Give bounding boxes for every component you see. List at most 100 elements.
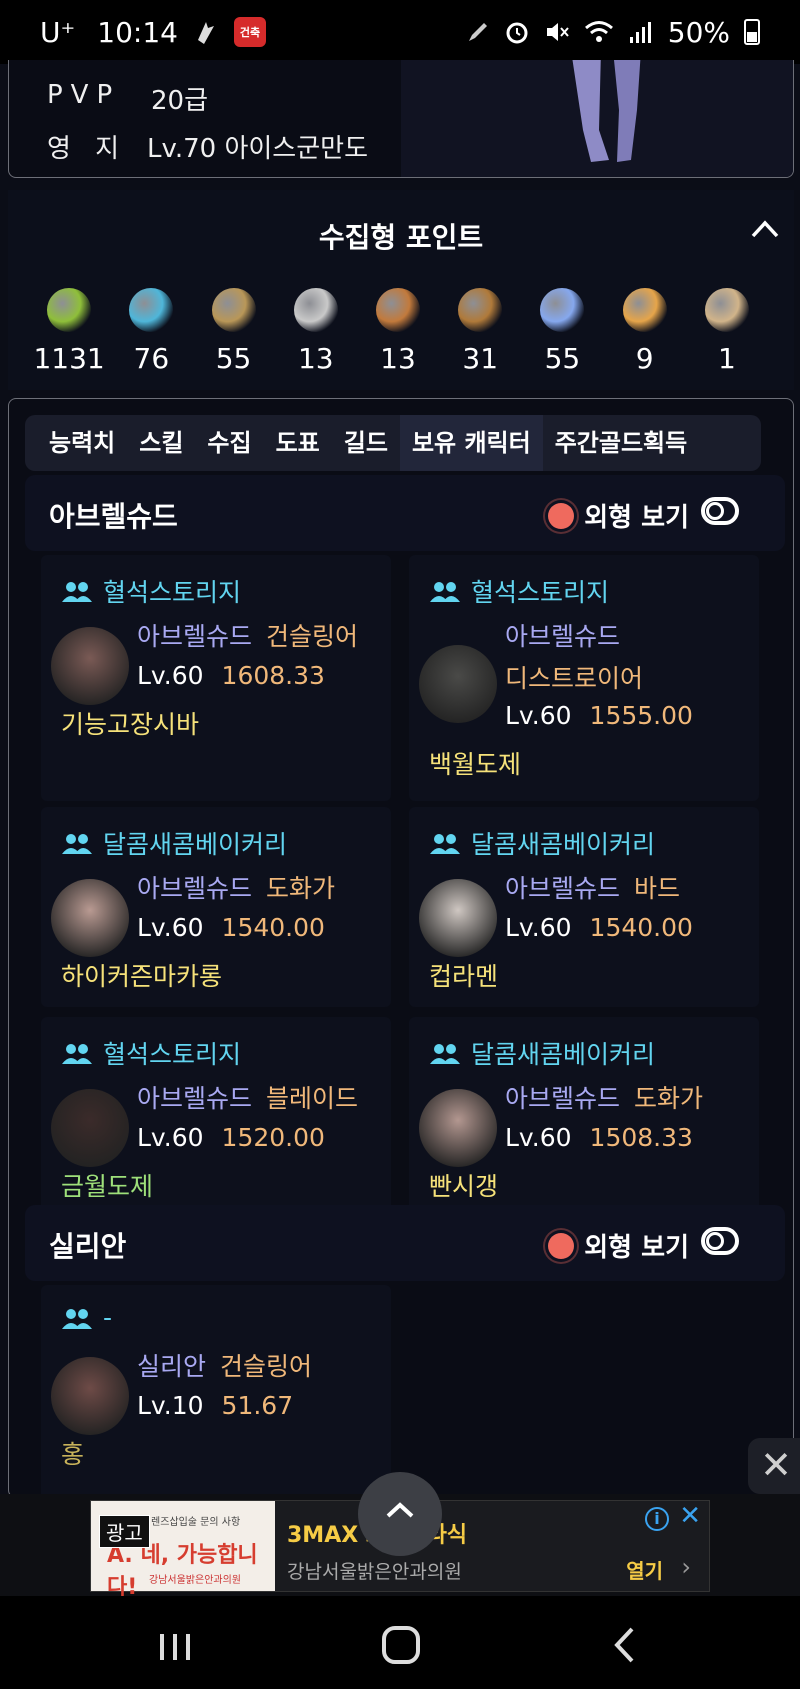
character-avatar	[419, 645, 497, 723]
guild-label: 혈석스토리지	[429, 573, 609, 609]
info-icon[interactable]: i	[645, 1507, 669, 1531]
guild-label: 달콤새콤베이커리	[429, 1035, 655, 1071]
guild-name: 혈석스토리지	[103, 578, 242, 607]
sun-icon	[548, 1232, 575, 1259]
character-avatar	[51, 879, 129, 957]
character-avatar	[419, 1089, 497, 1167]
sun-icon	[548, 502, 575, 529]
tab-bar: 능력치 스킬 수집 도표 길드 보유 캐릭터 주간골드획득	[25, 415, 761, 471]
server-header: 아브렐슈드 외형 보기	[25, 475, 785, 551]
server-label: 실리안	[137, 1352, 207, 1381]
chevron-right-icon[interactable]: ›	[681, 1553, 691, 1581]
collection-point[interactable]: 9	[604, 288, 686, 375]
level-label: Lv.60	[137, 913, 204, 942]
item-level-label: 1520.00	[221, 1123, 325, 1152]
estate-row: 영 지 Lv.70 아이스군만도	[47, 128, 368, 165]
ad-open-button[interactable]: 열기	[626, 1555, 663, 1584]
character-nickname[interactable]: 금월도제	[61, 1167, 153, 1203]
collection-point[interactable]: 13	[275, 288, 357, 375]
ad-advertiser: 강남서울밝은안과의원	[287, 1561, 462, 1583]
item-level-label: 51.67	[221, 1391, 294, 1420]
scroll-to-top-button[interactable]	[358, 1472, 442, 1556]
users-icon	[61, 832, 93, 854]
item-level-label: 1608.33	[221, 661, 325, 690]
character-card[interactable]: 달콤새콤베이커리 아브렐슈드 도화가 Lv.60 1508.33 빤시갱	[409, 1017, 759, 1217]
character-class-line: 아브렐슈드 블레이드	[137, 1079, 358, 1115]
tab-2[interactable]: 수집	[195, 415, 263, 471]
server-label: 아브렐슈드	[505, 874, 621, 903]
class-label: 바드	[634, 874, 681, 903]
collection-point[interactable]: 55	[192, 288, 274, 375]
appearance-toggle[interactable]	[701, 1227, 739, 1255]
alarm-icon	[506, 22, 528, 44]
world-tree-leaf-icon	[540, 288, 585, 332]
character-card[interactable]: - 실리안 건슬링어 Lv.10 51.67 홍	[41, 1285, 391, 1497]
ad-image-text: 렌즈삽입술 문의 사항	[151, 1517, 241, 1528]
character-card[interactable]: 달콤새콤베이커리 아브렐슈드 도화가 Lv.60 1540.00 하이커즌마카롱	[41, 807, 391, 1007]
level-label: Lv.60	[505, 701, 572, 730]
character-class-line: 실리안 건슬링어	[137, 1347, 312, 1383]
tab-6[interactable]: 주간골드획득	[543, 415, 699, 471]
character-card[interactable]: 혈석스토리지 아브렐슈드 디스트로이어 Lv.60 1555.00 백월도제	[409, 555, 759, 801]
character-nickname[interactable]: 빤시갱	[429, 1167, 498, 1203]
character-card[interactable]: 달콤새콤베이커리 아브렐슈드 바드 Lv.60 1540.00 컵라멘	[409, 807, 759, 1007]
guild-label: 달콤새콤베이커리	[429, 825, 655, 861]
character-nickname[interactable]: 하이커즌마카롱	[61, 957, 222, 993]
character-nickname[interactable]: 백월도제	[429, 745, 521, 781]
character-nickname[interactable]: 기능고장시바	[61, 705, 199, 741]
tab-0[interactable]: 능력치	[37, 415, 127, 471]
tab-1[interactable]: 스킬	[127, 415, 195, 471]
class-label: 도화가	[634, 1084, 704, 1113]
class-label: 건슬링어	[266, 622, 359, 651]
guild-name: 달콤새콤베이커리	[103, 830, 288, 859]
character-nickname[interactable]: 컵라멘	[429, 957, 498, 993]
server-label: 아브렐슈드	[137, 1084, 253, 1113]
pvp-row: PVP 20급	[47, 80, 208, 117]
ad-close-icon[interactable]: ✕	[679, 1501, 701, 1531]
collection-point-value: 31	[462, 342, 499, 375]
tab-3[interactable]: 도표	[264, 415, 332, 471]
close-float-button[interactable]: ✕	[748, 1438, 800, 1494]
appearance-toggle-label[interactable]: 외형 보기	[548, 1227, 689, 1264]
appearance-toggle-label[interactable]: 외형 보기	[548, 497, 689, 534]
item-level-label: 1540.00	[221, 913, 325, 942]
users-icon	[61, 1042, 93, 1064]
character-panel: 능력치스킬수집도표길드보유 캐릭터주간골드획득 ⌃⌄ 아브렐슈드외형 보기혈석스…	[8, 398, 794, 1498]
appearance-label: 외형 보기	[584, 1233, 689, 1263]
appearance-toggle[interactable]	[701, 497, 739, 525]
guild-label: 혈석스토리지	[61, 1035, 241, 1071]
collection-point[interactable]: 1	[686, 288, 768, 375]
collection-point-value: 1131	[33, 342, 105, 375]
home-icon[interactable]	[382, 1626, 420, 1664]
collection-point[interactable]: 31	[439, 288, 521, 375]
back-icon[interactable]	[612, 1626, 636, 1664]
server-label: 아브렐슈드	[505, 1084, 621, 1113]
collection-point[interactable]: 13	[357, 288, 439, 375]
collection-point-value: 9	[635, 342, 654, 375]
users-icon	[429, 1042, 461, 1064]
collection-point[interactable]: 55	[521, 288, 603, 375]
collapse-chevron-icon[interactable]	[750, 218, 780, 240]
character-avatar	[419, 879, 497, 957]
level-label: Lv.10	[137, 1391, 204, 1420]
character-card[interactable]: 혈석스토리지 아브렐슈드 건슬링어 Lv.60 1608.33 기능고장시바	[41, 555, 391, 801]
recent-apps-icon[interactable]	[158, 1632, 192, 1662]
character-level-line: Lv.60 1540.00	[137, 913, 325, 942]
class-label: 건슬링어	[220, 1352, 313, 1381]
collection-point[interactable]: 1131	[28, 288, 110, 375]
guild-label: -	[61, 1303, 112, 1332]
collection-point[interactable]: 76	[110, 288, 192, 375]
collection-point-value: 76	[133, 342, 170, 375]
collection-point-value: 1	[717, 342, 736, 375]
character-avatar	[51, 1089, 129, 1167]
character-card[interactable]: 혈석스토리지 아브렐슈드 블레이드 Lv.60 1520.00 금월도제	[41, 1017, 391, 1217]
signal-icon	[629, 22, 651, 43]
carrier-label: U⁺	[40, 15, 76, 49]
level-label: Lv.60	[505, 1123, 572, 1152]
users-icon	[61, 580, 93, 602]
tab-4[interactable]: 길드	[332, 415, 400, 471]
battery-percent: 50%	[667, 15, 730, 49]
notification-app-icon	[197, 22, 214, 44]
character-nickname[interactable]: 홍	[61, 1435, 84, 1471]
tab-5[interactable]: 보유 캐릭터	[399, 415, 543, 471]
